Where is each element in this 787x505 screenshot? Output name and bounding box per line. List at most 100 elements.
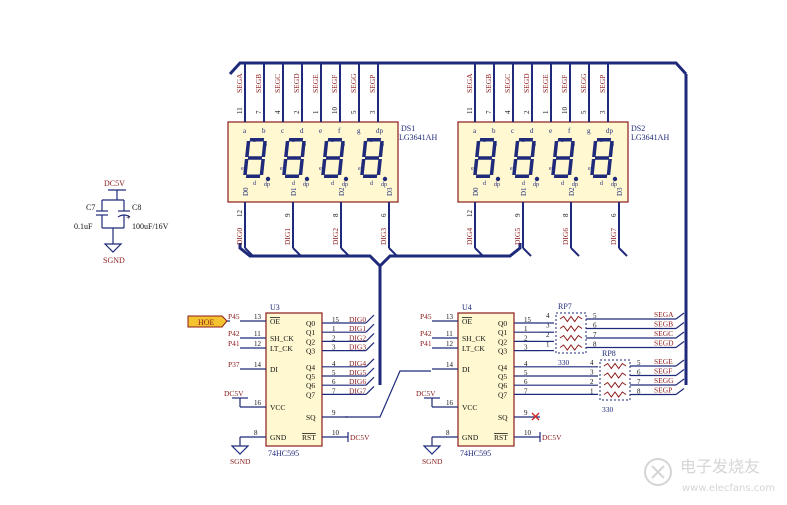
digit-pin-number: 6 xyxy=(610,213,618,217)
segment-net-label: SEGP xyxy=(598,75,607,93)
resistor-zigzag xyxy=(559,315,583,323)
digit-pin-number: 9 xyxy=(514,213,522,217)
chip-left-pin-number: 16 xyxy=(254,399,262,407)
digit-common-label: D2 xyxy=(338,187,346,196)
gnd-net-label: SGND xyxy=(422,457,443,466)
digit-seg-letter: a xyxy=(600,138,603,144)
dig-bus-ds2 xyxy=(378,243,522,268)
chip-right-pin-name: Q4 xyxy=(306,363,315,372)
vcc-net-label: DC5V xyxy=(416,389,436,398)
digit-seg-letter: a xyxy=(561,138,564,144)
chip-right-net-label: DIG7 xyxy=(349,386,366,395)
segment-net-label: SEGG xyxy=(579,73,588,93)
segment-pin-number: 5 xyxy=(580,110,588,114)
digit-seg-letter: b xyxy=(572,142,575,148)
chip-sq-number: 9 xyxy=(332,409,336,417)
chip-left-net-label: P42 xyxy=(228,329,240,338)
digit-seg-letter: d xyxy=(331,181,334,187)
decimal-point xyxy=(343,176,349,182)
ds1-part: LG3641AH xyxy=(399,133,437,142)
chip-right-pin-name: Q3 xyxy=(306,347,315,356)
chip-right-net-label: DIG6 xyxy=(349,377,366,386)
chip-left-pin-name: SH_CK xyxy=(270,334,294,343)
segment-pin-number: 3 xyxy=(599,110,607,114)
chip-rst-net: DC5V xyxy=(542,433,562,442)
resistor-zigzag xyxy=(603,362,627,370)
chip-left-net-label: P42 xyxy=(420,329,432,338)
digit-net-label: DIG6 xyxy=(561,228,570,245)
segment-bar xyxy=(323,174,339,178)
ds1-body xyxy=(227,121,399,203)
bus-entry-diag xyxy=(675,369,685,376)
decimal-point xyxy=(573,176,579,182)
digit-pin-diag xyxy=(570,247,580,257)
digit-net-label: DIG0 xyxy=(235,228,244,245)
chip-left-pin-name: SH_CK xyxy=(462,334,486,343)
digit-net-label: DIG2 xyxy=(331,228,340,245)
digit-seg-letter: d xyxy=(600,181,603,187)
decimal-point xyxy=(382,176,388,182)
digit-net-label: DIG5 xyxy=(513,228,522,245)
digit-common-label: D1 xyxy=(290,187,298,196)
chip-left-net-label: P45 xyxy=(420,312,432,321)
digit-seg-letter: a xyxy=(370,138,373,144)
chip-left-pin-number: 12 xyxy=(254,340,262,348)
decimal-point xyxy=(534,176,540,182)
segment-pin-letter: c xyxy=(511,127,514,135)
chip-net-diag xyxy=(365,367,375,377)
chip-left-pin-number: 8 xyxy=(446,429,450,437)
segment-net-label: SEGG xyxy=(349,73,358,93)
segment-net-label: SEGC xyxy=(503,74,512,93)
digit-seg-letter: e xyxy=(588,166,591,172)
resistor-in-pin-number: 3 xyxy=(590,369,594,377)
segment-pin-letter: d xyxy=(530,127,534,135)
chip-right-net-label: DIG5 xyxy=(349,368,366,377)
segment-bar xyxy=(327,138,343,142)
digit-seg-letter: a xyxy=(522,138,525,144)
digit-seg-letter: dp xyxy=(533,182,539,188)
segment-bar xyxy=(553,174,569,178)
digit-pin-number: 8 xyxy=(332,213,340,217)
display-ds1: SEGA11aSEGB7bSEGC4cSEGD2dSEGE1eSEGF10fSE… xyxy=(227,63,437,257)
segment-bar xyxy=(557,138,573,142)
seg-net-label: SEGC xyxy=(654,329,673,338)
digit-seg-letter: d xyxy=(561,181,564,187)
chip-right-pin-number: 2 xyxy=(332,334,336,342)
segment-bar xyxy=(249,138,265,142)
segment-net-label: SEGA xyxy=(465,73,474,93)
segment-net-label: SEGF xyxy=(330,75,339,93)
chip-left-pin-name: LT_CK xyxy=(270,344,293,353)
chip-left-pin-name: GND xyxy=(270,433,287,442)
segment-pin-number: 2 xyxy=(523,110,531,114)
digit-seg-letter: e xyxy=(549,166,552,172)
segment-bar xyxy=(596,138,612,142)
chip-right-pin-name: Q7 xyxy=(306,390,315,399)
watermark: 电子发烧友 www.elecfans.com xyxy=(644,457,775,494)
chip-right-pin-name: Q0 xyxy=(498,319,507,328)
chip-part: 74HC595 xyxy=(460,449,491,458)
bus-entry-diag xyxy=(675,312,685,320)
ds2-ref: DS2 xyxy=(631,124,645,133)
segment-bar xyxy=(518,138,534,142)
chip-right-net-label: DIG1 xyxy=(349,324,366,333)
c8-plus: + xyxy=(126,213,131,222)
segment-pin-number: 4 xyxy=(504,110,512,114)
chip-left-pin-number: 14 xyxy=(446,361,454,369)
chip-left-pin-number: 11 xyxy=(446,330,453,338)
display-ds2: SEGA11aSEGB7bSEGC4cSEGD2dSEGE1eSEGF10fSE… xyxy=(457,63,669,257)
digit-seg-letter: e xyxy=(280,166,283,172)
segment-bar xyxy=(245,174,261,178)
segment-pin-number: 5 xyxy=(350,110,358,114)
seg-net-label: SEGG xyxy=(654,376,674,385)
chip-left-net-label: P41 xyxy=(228,339,240,348)
segment-pin-number: 7 xyxy=(255,110,263,114)
segment-pin-letter: dp xyxy=(376,127,384,135)
decimal-point xyxy=(495,176,501,182)
digit-net-label: DIG3 xyxy=(379,228,388,245)
digit-pin-number: 6 xyxy=(380,213,388,217)
chip-left-pin-number: 12 xyxy=(446,340,454,348)
chip-left-pin-number: 13 xyxy=(254,313,262,321)
segment-pin-number: 10 xyxy=(561,107,569,115)
resistor-zigzag xyxy=(603,381,627,389)
chip-right-pin-name: Q1 xyxy=(306,328,315,337)
